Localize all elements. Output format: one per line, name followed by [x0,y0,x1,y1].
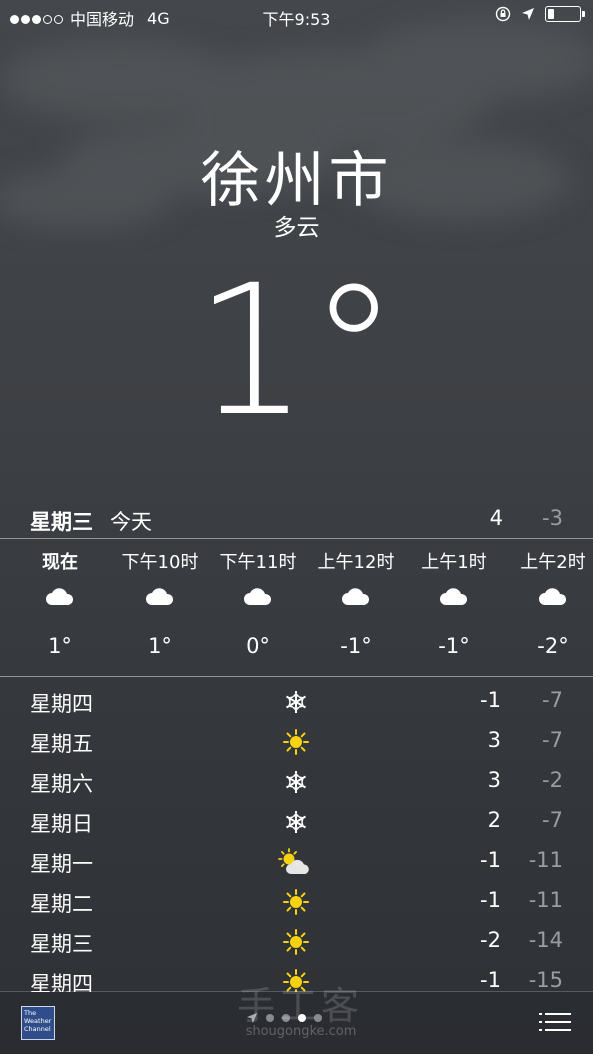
hour-item: 上午12时 -1° [306,548,406,658]
cloud-icon [503,572,593,622]
page-dot[interactable] [266,1014,274,1022]
daily-low: -11 [528,888,563,912]
daily-row: 星期六 3 -2 [0,762,593,802]
daily-row: 星期日 2 -7 [0,802,593,842]
today-summary: 星期三 今天 4 -3 [0,504,593,534]
page-indicator[interactable] [246,1012,322,1024]
today-low: -3 [542,506,563,530]
city-list-icon[interactable] [539,1012,571,1032]
hour-time: 上午12时 [317,552,395,573]
daily-low: -11 [528,848,563,872]
hour-time: 下午11时 [219,552,297,573]
watermark-url: shougongke.com [245,1024,357,1039]
cloud-icon [404,572,504,622]
today-label: 今天 [110,510,152,534]
location-arrow-icon [246,1012,258,1024]
daily-row: 星期二 -1 -11 [0,882,593,922]
daily-day: 星期一 [30,852,93,876]
hour-temp: -2° [537,634,569,658]
logo-line1: The [24,1009,37,1017]
hour-item: 上午2时 -2° [503,548,593,658]
hour-temp: 1° [48,634,72,658]
daily-day: 星期六 [30,772,93,796]
daily-high: -1 [480,968,501,992]
page-dot[interactable] [282,1014,290,1022]
location-arrow-icon [522,8,534,20]
cloud-icon [10,572,110,622]
snow-icon [276,684,316,720]
sun-icon [276,724,316,760]
cloud-icon [208,572,308,622]
daily-high: -2 [480,928,501,952]
hour-item: 下午11时 0° [208,548,308,658]
page-dot[interactable] [298,1014,306,1022]
city-name: 徐州市 [200,146,393,216]
snow-icon [276,764,316,800]
daily-high: -1 [480,848,501,872]
weather-channel-logo[interactable]: The Weather Channel [21,1006,55,1040]
status-bar: 中国移动 4G 下午9:53 [0,0,593,32]
daily-low: -7 [542,728,563,752]
current-temperature: 1° [194,247,399,456]
snow-icon [276,804,316,840]
logo-line3: Channel [24,1025,51,1033]
daily-row: 星期五 3 -7 [0,722,593,762]
hour-temp: 1° [148,634,172,658]
daily-low: -2 [542,768,563,792]
hour-time: 上午1时 [421,552,487,573]
daily-high: -1 [480,888,501,912]
daily-high: 3 [487,728,501,752]
hour-temp: -1° [438,634,470,658]
daily-day: 星期四 [30,972,93,992]
status-right [495,6,585,22]
hour-temp: 0° [246,634,270,658]
daily-low: -15 [528,968,563,992]
divider-bottom [0,676,593,677]
page-dot[interactable] [314,1014,322,1022]
daily-low: -7 [542,688,563,712]
hour-item: 现在 1° [10,548,110,658]
hour-time: 下午10时 [121,552,199,573]
hour-time: 上午2时 [520,552,586,573]
partly-cloudy-icon [276,844,316,880]
daily-high: -1 [480,688,501,712]
daily-high: 3 [487,768,501,792]
logo-line2: Weather [24,1017,52,1025]
daily-day: 星期二 [30,892,93,916]
hour-item: 上午1时 -1° [404,548,504,658]
daily-forecast[interactable]: 星期四 -1 -7 星期五 3 -7 星期六 3 -2 星期日 2 -7 星期一 -1 -11 星期二 -1 -1… [0,682,593,992]
today-high: 4 [489,506,503,530]
divider-top [0,538,593,539]
hour-temp: -1° [340,634,372,658]
daily-low: -7 [542,808,563,832]
daily-row: 星期一 -1 -11 [0,842,593,882]
hour-time: 现在 [42,552,78,573]
daily-row: 星期三 -2 -14 [0,922,593,962]
daily-day: 星期五 [30,732,93,756]
current-condition: 多云 [273,215,320,241]
daily-row: 星期四 -1 -7 [0,682,593,722]
hour-item: 下午10时 1° [110,548,210,658]
daily-day: 星期四 [30,692,93,716]
rotation-lock-icon [495,6,511,22]
daily-day: 星期三 [30,932,93,956]
sun-icon [276,884,316,920]
daily-day: 星期日 [30,812,93,836]
cloud-icon [306,572,406,622]
battery-icon [545,6,585,22]
today-day: 星期三 [30,510,93,534]
daily-high: 2 [487,808,501,832]
hourly-forecast[interactable]: 现在 1° 下午10时 1° 下午11时 0° 上午12时 -1° 上午1时 -1° 上午2时 -2° [0,548,593,668]
cloud-icon [110,572,210,622]
daily-low: -14 [528,928,563,952]
sun-icon [276,924,316,960]
